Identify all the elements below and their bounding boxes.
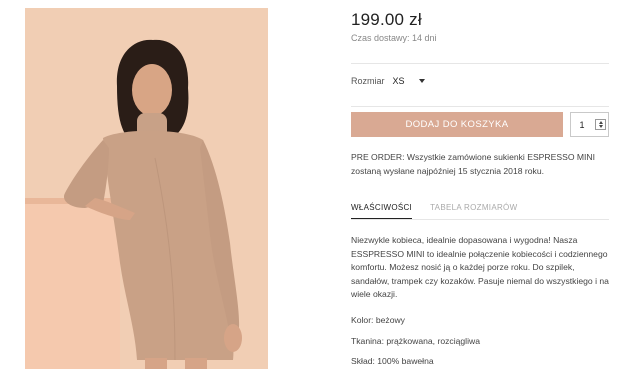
tab-properties[interactable]: WŁAŚCIWOŚCI xyxy=(351,203,413,219)
divider xyxy=(351,63,609,64)
size-label: Rozmiar xyxy=(351,76,385,86)
attribute-composition: Skład: 100% bawełna xyxy=(351,356,434,366)
chevron-down-icon xyxy=(418,79,425,83)
quantity-value[interactable]: 1 xyxy=(571,120,593,130)
delivery-time: Czas dostawy: 14 dni xyxy=(351,33,437,43)
product-description: Niezwykle kobieca, idealnie dopasowana i… xyxy=(351,235,609,299)
price: 199.00 zł xyxy=(351,10,422,29)
size-select[interactable]: XS xyxy=(393,76,425,86)
spinner-icon[interactable] xyxy=(595,119,606,130)
attribute-color: Kolor: beżowy xyxy=(351,315,405,325)
add-to-cart-button[interactable]: DODAJ DO KOSZYKA xyxy=(351,112,563,137)
quantity-stepper[interactable]: 1 xyxy=(570,112,609,137)
size-row: Rozmiar XS xyxy=(351,76,425,86)
product-photo xyxy=(25,8,268,369)
product-info: 199.00 zł Czas dostawy: 14 dni Rozmiar X… xyxy=(351,0,609,369)
product-tabs: WŁAŚCIWOŚCI TABELA ROZMIARÓW xyxy=(351,203,609,220)
arrow-up-icon[interactable] xyxy=(598,120,603,124)
tab-size-chart[interactable]: TABELA ROZMIARÓW xyxy=(430,203,517,219)
product-image[interactable] xyxy=(25,8,268,369)
preorder-note: PRE ORDER: Wszystkie zamówione sukienki … xyxy=(351,152,596,176)
attribute-fabric: Tkanina: prążkowana, rozciągliwa xyxy=(351,336,480,346)
divider xyxy=(351,106,609,107)
arrow-down-icon[interactable] xyxy=(598,125,603,129)
size-value: XS xyxy=(392,76,405,86)
